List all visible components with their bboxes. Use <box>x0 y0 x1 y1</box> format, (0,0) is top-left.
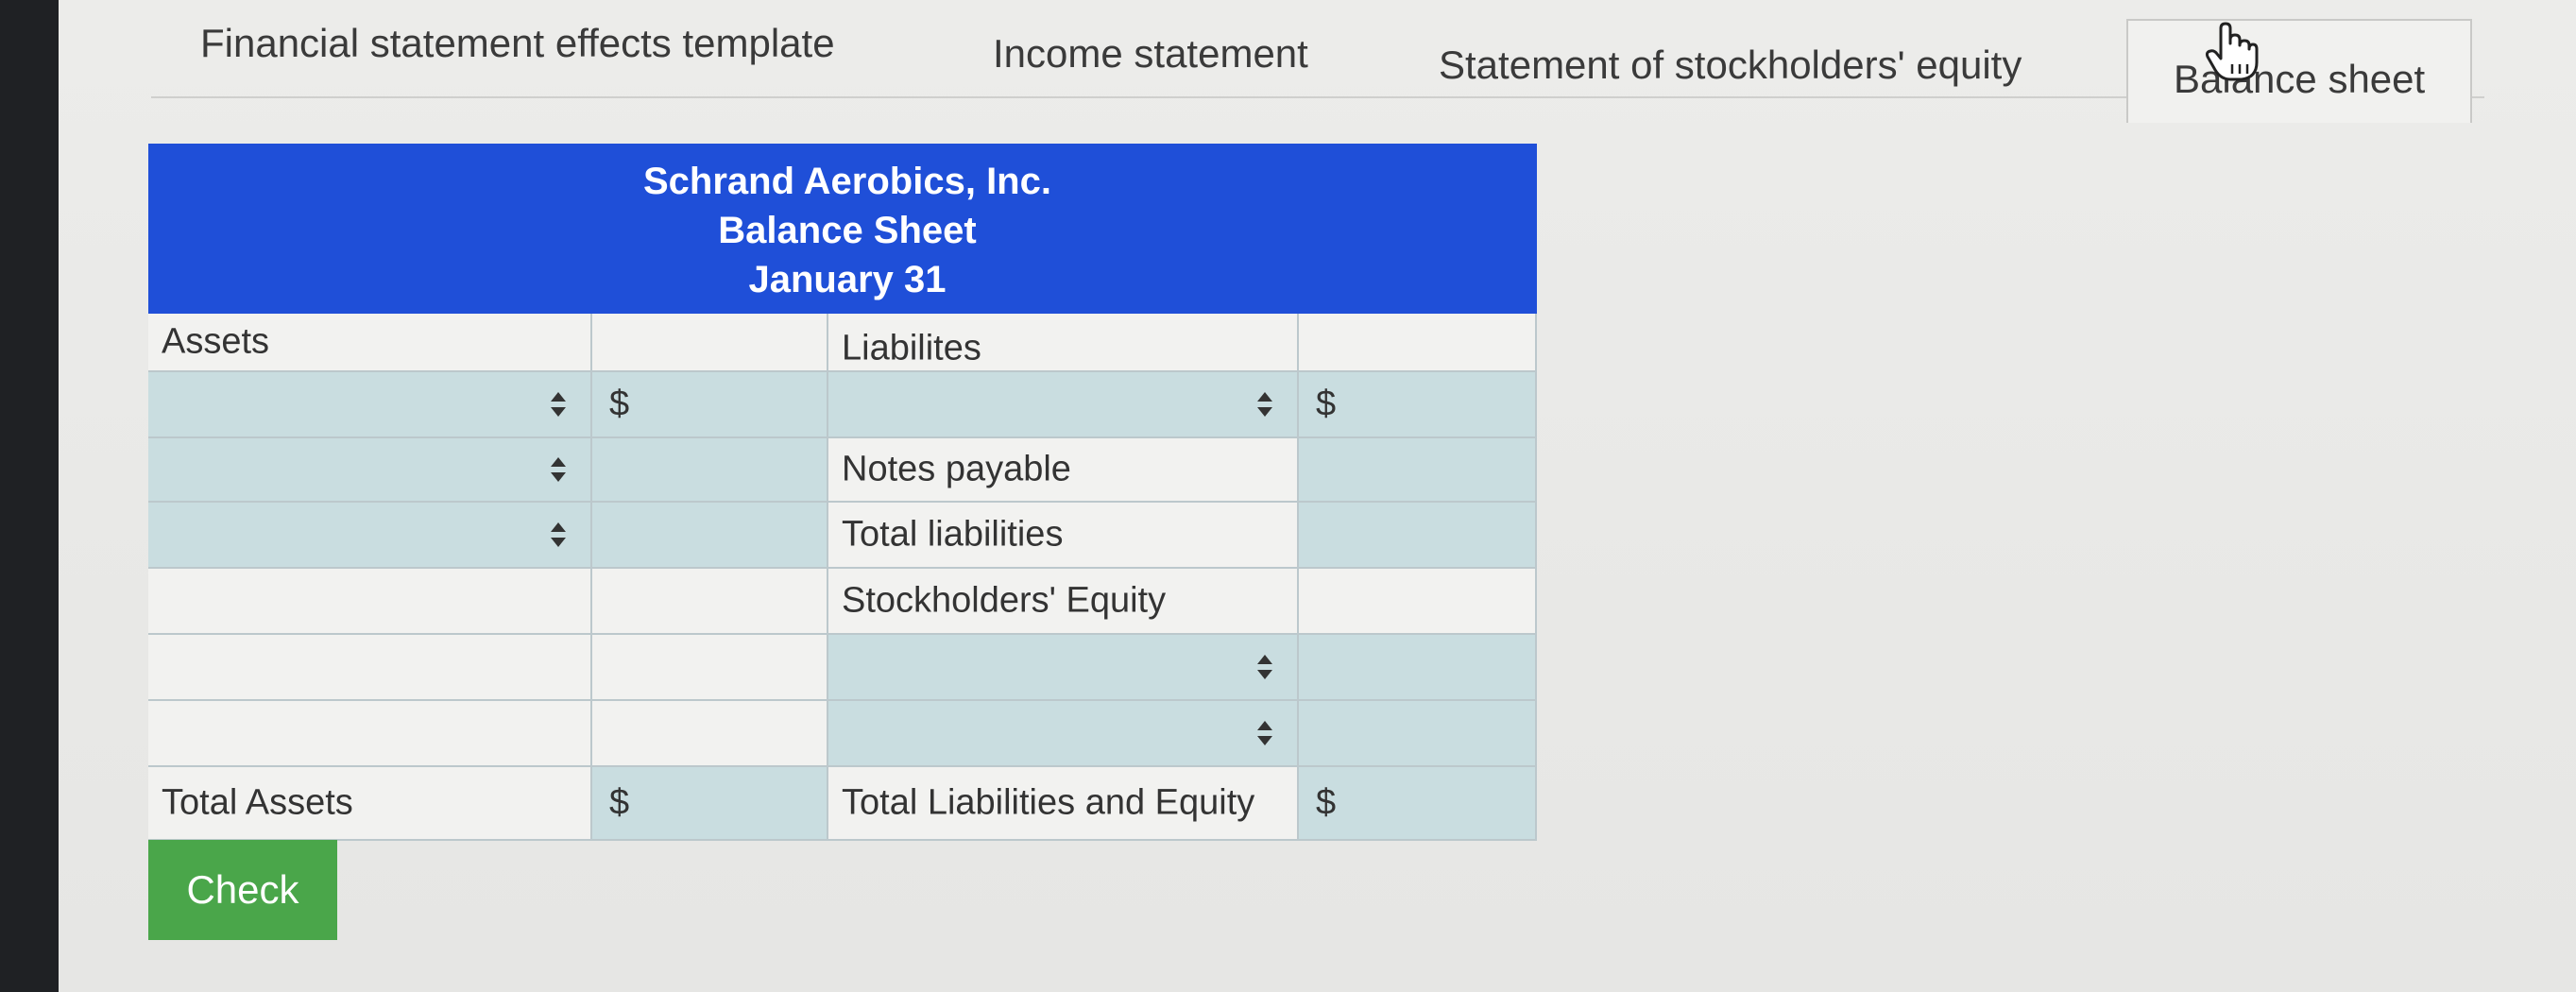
stepper-icon <box>1255 390 1274 419</box>
currency-symbol: $ <box>1316 782 1337 823</box>
empty-cell <box>592 635 828 701</box>
total-liabilities-amount-input[interactable] <box>1299 503 1537 569</box>
currency-symbol: $ <box>609 782 630 823</box>
liabilities-header: Liabilites <box>842 328 981 368</box>
table-row <box>148 635 1537 701</box>
empty-cell <box>592 701 828 767</box>
empty-cell <box>148 635 592 701</box>
currency-symbol: $ <box>609 384 630 424</box>
company-name: Schrand Aerobics, Inc. <box>643 161 1051 202</box>
table-row: Assets Liabilites <box>148 314 1537 372</box>
notes-payable-label-cell: Notes payable <box>828 438 1299 503</box>
total-assets-label: Total Assets <box>162 782 353 823</box>
table-row <box>148 701 1537 767</box>
balance-sheet-table: Schrand Aerobics, Inc. Balance Sheet Jan… <box>148 144 1537 843</box>
stepper-icon <box>549 521 568 549</box>
liability-amount-input-1[interactable]: $ <box>1299 372 1537 438</box>
hand-pointer-icon <box>2204 21 2260 83</box>
statement-date: January 31 <box>748 259 947 300</box>
total-liabilities-and-equity-label-cell: Total Liabilities and Equity <box>828 767 1299 841</box>
liabilities-amount-header-cell <box>1299 314 1537 372</box>
equity-account-select-1[interactable] <box>828 635 1299 701</box>
stockholders-equity-label: Stockholders' Equity <box>842 580 1167 621</box>
asset-amount-input-2[interactable] <box>592 438 828 503</box>
stepper-icon <box>1255 719 1274 747</box>
balance-sheet-header: Schrand Aerobics, Inc. Balance Sheet Jan… <box>148 144 1537 314</box>
equity-account-select-2[interactable] <box>828 701 1299 767</box>
asset-amount-input-1[interactable]: $ <box>592 372 828 438</box>
equity-amount-input-2[interactable] <box>1299 701 1537 767</box>
asset-account-select-1[interactable] <box>148 372 592 438</box>
tab-income-statement[interactable]: Income statement <box>993 31 1308 77</box>
tab-balance-sheet[interactable]: Balance sheet <box>2126 19 2473 123</box>
empty-cell <box>148 701 592 767</box>
table-row: Total Assets $ Total Liabilities and Equ… <box>148 767 1537 841</box>
total-liabilities-and-equity-label: Total Liabilities and Equity <box>842 782 1255 823</box>
assets-header: Assets <box>162 321 270 362</box>
liabilities-header-cell: Liabilites <box>828 314 1299 372</box>
table-row: Notes payable <box>148 438 1537 503</box>
total-liabilities-label: Total liabilities <box>842 514 1064 555</box>
stockholders-equity-label-cell: Stockholders' Equity <box>828 569 1299 635</box>
currency-symbol: $ <box>1316 384 1337 424</box>
assets-amount-header-cell <box>592 314 828 372</box>
table-row: Stockholders' Equity <box>148 569 1537 635</box>
assets-header-cell: Assets <box>148 314 592 372</box>
check-button[interactable]: Check <box>148 840 337 940</box>
table-row: Total liabilities <box>148 503 1537 569</box>
empty-cell <box>148 569 592 635</box>
tab-statement-of-stockholders-equity[interactable]: Statement of stockholders' equity <box>1439 43 2022 88</box>
stepper-icon <box>1255 653 1274 681</box>
screen-bezel <box>0 0 59 992</box>
equity-amount-input-1[interactable] <box>1299 635 1537 701</box>
liability-account-select-1[interactable] <box>828 372 1299 438</box>
total-assets-amount-input[interactable]: $ <box>592 767 828 841</box>
asset-account-select-2[interactable] <box>148 438 592 503</box>
total-assets-label-cell: Total Assets <box>148 767 592 841</box>
asset-account-select-3[interactable] <box>148 503 592 569</box>
stepper-icon <box>549 455 568 484</box>
tab-financial-statement-effects-template[interactable]: Financial statement effects template <box>200 21 835 66</box>
stepper-icon <box>549 390 568 419</box>
total-liabilities-label-cell: Total liabilities <box>828 503 1299 569</box>
empty-cell <box>592 569 828 635</box>
table-row: $ $ <box>148 372 1537 438</box>
notes-payable-amount-input[interactable] <box>1299 438 1537 503</box>
empty-cell <box>1299 569 1537 635</box>
asset-amount-input-3[interactable] <box>592 503 828 569</box>
statement-title: Balance Sheet <box>718 210 977 251</box>
notes-payable-label: Notes payable <box>842 449 1071 489</box>
total-liabilities-and-equity-amount-input[interactable]: $ <box>1299 767 1537 841</box>
